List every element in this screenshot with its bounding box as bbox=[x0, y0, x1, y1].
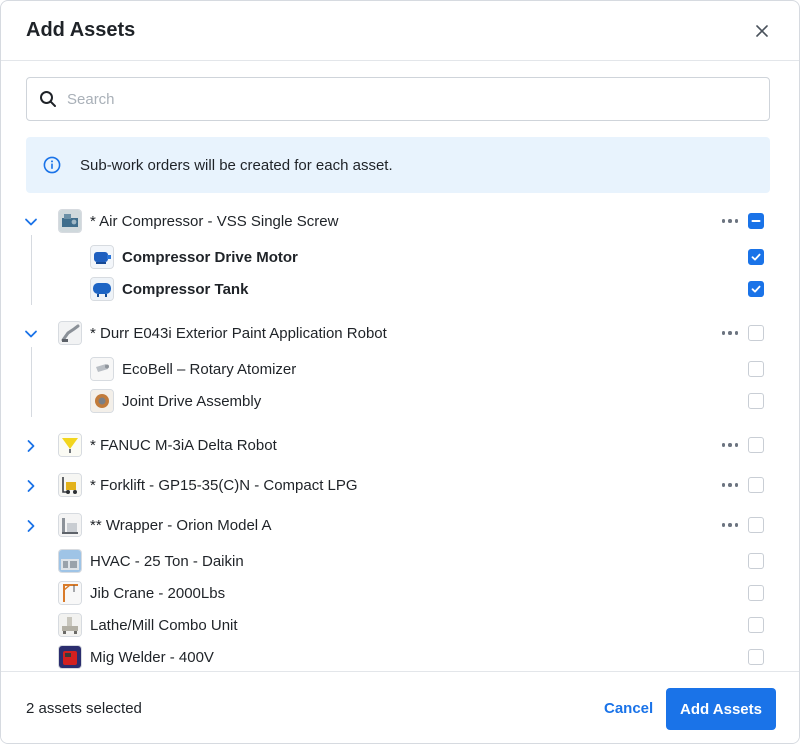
modal-footer: 2 assets selected Cancel Add Assets bbox=[1, 671, 799, 743]
chevron-right-icon bbox=[27, 520, 35, 532]
chevron-right-icon bbox=[27, 480, 35, 492]
asset-thumbnail bbox=[90, 245, 114, 269]
asset-thumbnail bbox=[58, 513, 82, 537]
expand-toggle[interactable] bbox=[22, 477, 40, 495]
asset-checkbox[interactable] bbox=[748, 249, 764, 265]
modal-header: Add Assets bbox=[1, 1, 799, 61]
asset-checkbox[interactable] bbox=[748, 325, 764, 341]
info-icon bbox=[43, 156, 61, 174]
motor-image-icon bbox=[91, 246, 113, 268]
asset-label: Jib Crane - 2000Lbs bbox=[90, 585, 226, 602]
close-icon bbox=[756, 24, 768, 37]
asset-label: HVAC - 25 Ton - Daikin bbox=[90, 553, 244, 570]
asset-checkbox[interactable] bbox=[748, 361, 764, 377]
asset-thumbnail bbox=[58, 209, 82, 233]
asset-child-row[interactable]: Compressor Drive Motor bbox=[1, 241, 799, 273]
more-options-button[interactable] bbox=[719, 213, 741, 229]
expand-toggle[interactable] bbox=[22, 437, 40, 455]
modal-title: Add Assets bbox=[26, 19, 136, 41]
asset-thumbnail bbox=[58, 321, 82, 345]
search-input[interactable] bbox=[67, 90, 747, 108]
asset-label: * Forklift - GP15-35(C)N - Compact LPG bbox=[90, 477, 358, 494]
asset-thumbnail bbox=[90, 357, 114, 381]
asset-child-row[interactable]: Joint Drive Assembly bbox=[1, 385, 799, 417]
chevron-down-icon bbox=[25, 218, 37, 226]
forklift-image-icon bbox=[59, 474, 81, 496]
delta-robot-image-icon bbox=[59, 434, 81, 456]
asset-label: Joint Drive Assembly bbox=[122, 393, 262, 410]
info-banner: Sub-work orders will be created for each… bbox=[26, 137, 770, 193]
asset-checkbox[interactable] bbox=[748, 477, 764, 493]
collapse-toggle[interactable] bbox=[22, 213, 40, 231]
check-icon bbox=[751, 285, 761, 293]
search-icon bbox=[40, 91, 56, 107]
asset-row[interactable]: Jib Crane - 2000Lbs bbox=[1, 577, 799, 609]
chevron-down-icon bbox=[25, 330, 37, 338]
welder-image-icon bbox=[59, 646, 81, 668]
asset-checkbox[interactable] bbox=[748, 649, 764, 665]
asset-row[interactable]: Mig Welder - 400V bbox=[1, 641, 799, 673]
more-options-button[interactable] bbox=[719, 477, 741, 493]
paint-robot-image-icon bbox=[59, 322, 81, 344]
minus-icon bbox=[751, 220, 761, 222]
expand-toggle[interactable] bbox=[22, 517, 40, 535]
tank-image-icon bbox=[91, 278, 113, 300]
asset-checkbox[interactable] bbox=[748, 281, 764, 297]
add-assets-button[interactable]: Add Assets bbox=[666, 688, 776, 730]
collapse-toggle[interactable] bbox=[22, 325, 40, 343]
asset-checkbox[interactable] bbox=[748, 553, 764, 569]
info-text: Sub-work orders will be created for each… bbox=[80, 156, 393, 174]
asset-label: EcoBell – Rotary Atomizer bbox=[122, 361, 297, 378]
more-options-button[interactable] bbox=[719, 437, 741, 453]
close-button[interactable] bbox=[749, 18, 775, 44]
cancel-button[interactable]: Cancel bbox=[604, 700, 653, 717]
asset-label: Compressor Tank bbox=[122, 281, 249, 298]
asset-label: * Air Compressor - VSS Single Screw bbox=[90, 213, 339, 230]
asset-child-row[interactable]: Compressor Tank bbox=[1, 273, 799, 305]
jib-crane-image-icon bbox=[59, 582, 81, 604]
asset-thumbnail bbox=[58, 645, 82, 669]
asset-row[interactable]: * Durr E043i Exterior Paint Application … bbox=[1, 317, 799, 349]
search-box bbox=[26, 77, 770, 121]
check-icon bbox=[751, 253, 761, 261]
asset-checkbox[interactable] bbox=[748, 517, 764, 533]
asset-label: Mig Welder - 400V bbox=[90, 649, 214, 666]
asset-row[interactable]: * Forklift - GP15-35(C)N - Compact LPG bbox=[1, 469, 799, 501]
asset-checkbox[interactable] bbox=[748, 585, 764, 601]
asset-thumbnail bbox=[58, 613, 82, 637]
asset-row[interactable]: * FANUC M-3iA Delta Robot bbox=[1, 429, 799, 461]
asset-label: Lathe/Mill Combo Unit bbox=[90, 617, 238, 634]
asset-thumbnail bbox=[58, 581, 82, 605]
more-options-button[interactable] bbox=[719, 325, 741, 341]
asset-thumbnail bbox=[58, 473, 82, 497]
selected-count: 2 assets selected bbox=[26, 700, 142, 717]
add-assets-modal: Add Assets Sub-work orders will be creat… bbox=[0, 0, 800, 744]
lathe-mill-image-icon bbox=[59, 614, 81, 636]
asset-checkbox[interactable] bbox=[748, 617, 764, 633]
joint-drive-image-icon bbox=[91, 390, 113, 412]
asset-row[interactable]: * Air Compressor - VSS Single Screw bbox=[1, 205, 799, 237]
asset-thumbnail bbox=[58, 433, 82, 457]
asset-list: * Air Compressor - VSS Single Screw Comp… bbox=[1, 201, 799, 673]
asset-label: ** Wrapper - Orion Model A bbox=[90, 517, 272, 534]
asset-row[interactable]: Lathe/Mill Combo Unit bbox=[1, 609, 799, 641]
hvac-image-icon bbox=[59, 550, 81, 572]
asset-label: Compressor Drive Motor bbox=[122, 249, 298, 266]
asset-thumbnail bbox=[90, 389, 114, 413]
asset-checkbox[interactable] bbox=[748, 393, 764, 409]
asset-child-row[interactable]: EcoBell – Rotary Atomizer bbox=[1, 353, 799, 385]
asset-label: * Durr E043i Exterior Paint Application … bbox=[90, 325, 387, 342]
asset-row[interactable]: HVAC - 25 Ton - Daikin bbox=[1, 545, 799, 577]
asset-row[interactable]: ** Wrapper - Orion Model A bbox=[1, 509, 799, 541]
asset-checkbox[interactable] bbox=[748, 437, 764, 453]
wrapper-image-icon bbox=[59, 514, 81, 536]
more-options-button[interactable] bbox=[719, 517, 741, 533]
asset-thumbnail bbox=[90, 277, 114, 301]
atomizer-image-icon bbox=[91, 358, 113, 380]
asset-checkbox[interactable] bbox=[748, 213, 764, 229]
asset-thumbnail bbox=[58, 549, 82, 573]
compressor-image-icon bbox=[59, 210, 81, 232]
asset-label: * FANUC M-3iA Delta Robot bbox=[90, 437, 277, 454]
chevron-right-icon bbox=[27, 440, 35, 452]
